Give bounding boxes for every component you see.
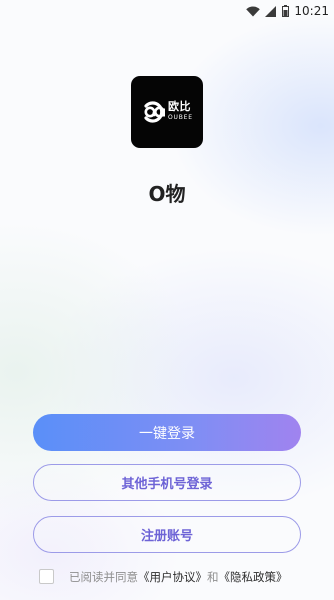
app-logo: 欧比 OUBEE (131, 76, 203, 148)
wifi-icon (246, 6, 261, 16)
register-account-button[interactable]: 注册账号 (33, 516, 301, 553)
status-bar: 10:21 (0, 0, 334, 22)
status-icons: 10:21 (246, 3, 329, 19)
privacy-policy-link[interactable]: 《隐私政策》 (219, 570, 288, 584)
agreement-text: 已阅读并同意《用户协议》和《隐私政策》 (69, 569, 288, 585)
logo-brand-chinese: 欧比 (168, 100, 191, 113)
agreement-checkbox[interactable] (39, 569, 54, 584)
other-phone-login-button[interactable]: 其他手机号登录 (33, 464, 301, 501)
agreement-prefix: 已阅读并同意 (69, 569, 138, 584)
app-name: O物 (148, 182, 186, 206)
agreement-conjunction: 和 (207, 569, 219, 584)
oubee-logo-mark-icon (144, 101, 165, 123)
user-agreement-link[interactable]: 《用户协议》 (138, 570, 207, 584)
status-time: 10:21 (294, 4, 329, 18)
signal-icon (265, 5, 277, 17)
logo-brand-english: OUBEE (168, 114, 193, 121)
battery-icon (282, 5, 290, 17)
one-click-login-button[interactable]: 一键登录 (33, 414, 301, 451)
agreement-row: 已阅读并同意《用户协议》和《隐私政策》 (39, 568, 329, 585)
